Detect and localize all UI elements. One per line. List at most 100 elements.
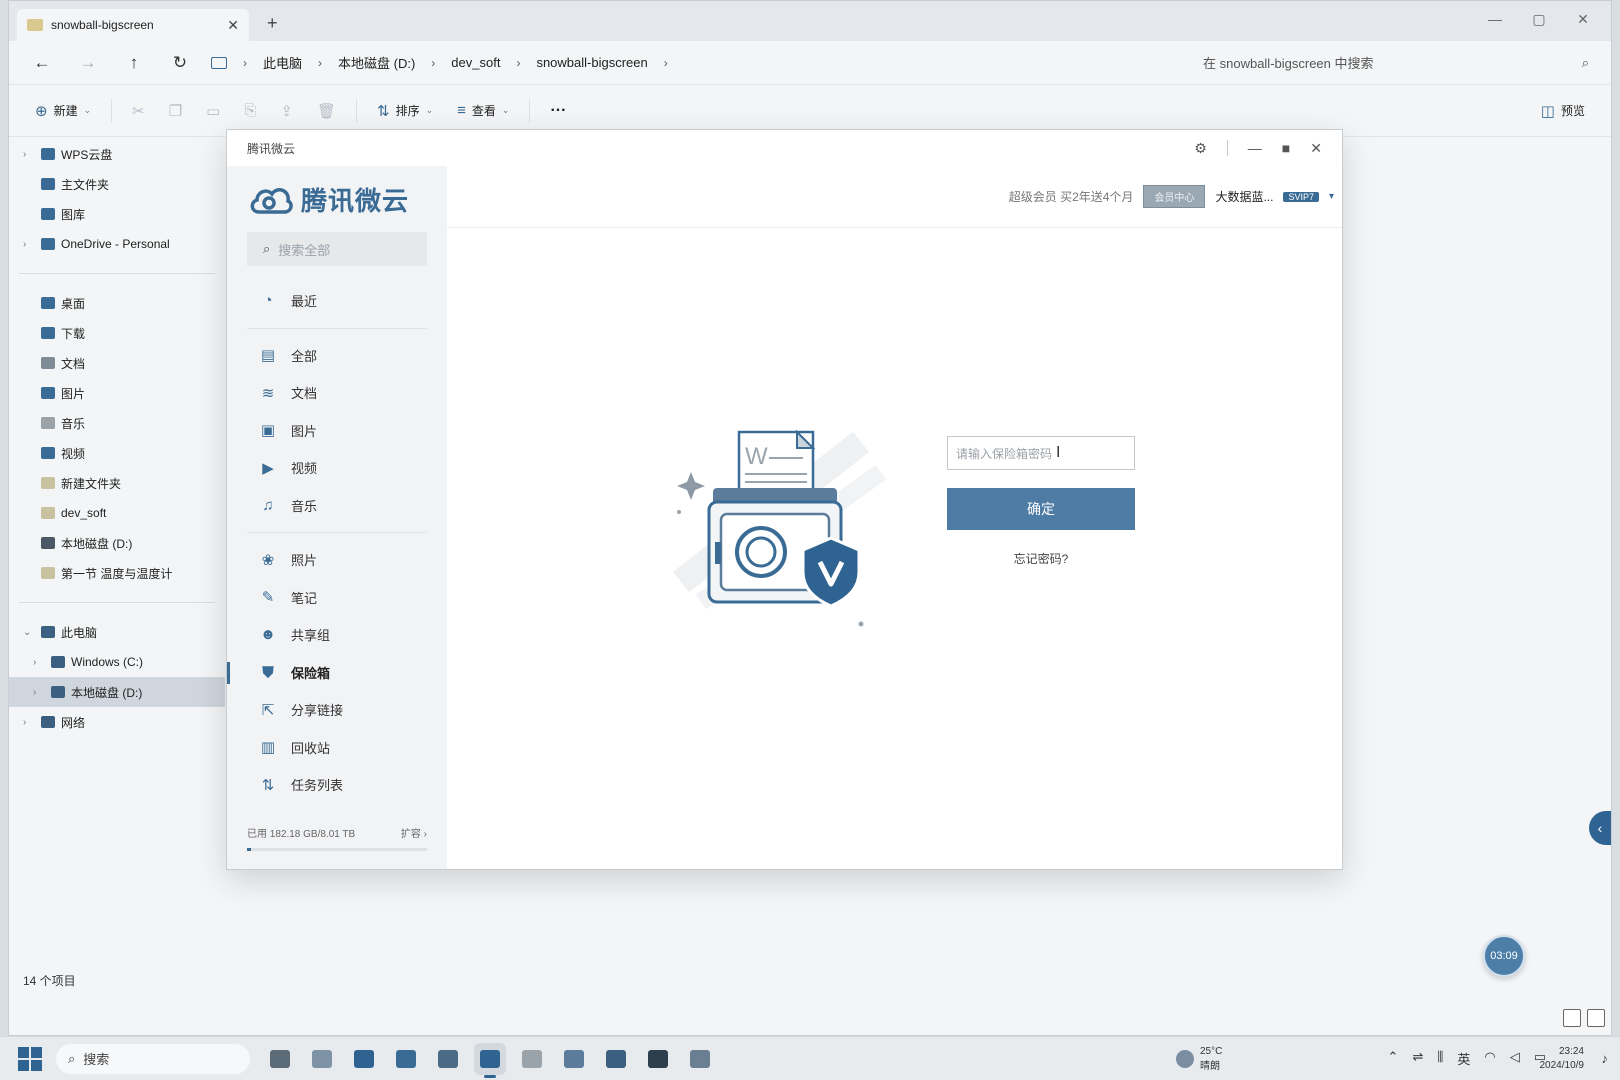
- taskbar-search[interactable]: ⌕ 搜索: [56, 1043, 250, 1074]
- quick-access-item[interactable]: 音乐: [9, 408, 225, 438]
- quick-access-item[interactable]: 本地磁盘 (D:): [9, 528, 225, 558]
- vault-password-input[interactable]: 请输入保险箱密码 I: [947, 436, 1135, 470]
- bell-icon[interactable]: ♪: [1602, 1051, 1609, 1066]
- refresh-icon[interactable]: ↻: [157, 53, 203, 73]
- chart-icon[interactable]: ⫼: [1437, 1049, 1443, 1068]
- close-tab-icon[interactable]: ✕: [227, 17, 239, 34]
- breadcrumb-drive-d[interactable]: 本地磁盘 (D:): [338, 53, 415, 72]
- chevron-right-icon[interactable]: ›: [664, 56, 668, 70]
- rename-button[interactable]: ⎘: [234, 95, 266, 127]
- maximize-icon[interactable]: ▢: [1517, 5, 1561, 33]
- close-icon[interactable]: ✕: [1561, 5, 1605, 33]
- edge-app[interactable]: [348, 1043, 380, 1075]
- tab-snowball-bigscreen[interactable]: snowball-bigscreen ✕: [17, 9, 249, 41]
- caret-down-icon[interactable]: ▾: [1329, 191, 1334, 202]
- settings-sliders-icon[interactable]: ⇌: [1412, 1049, 1423, 1068]
- teams-app[interactable]: [600, 1043, 632, 1075]
- menu-item-4[interactable]: ⛊ 保险箱: [227, 654, 447, 692]
- close-icon[interactable]: ✕: [1310, 140, 1322, 157]
- weather-widget[interactable]: 25°C 晴朗: [1176, 1046, 1222, 1072]
- speaker-icon[interactable]: ◁: [1510, 1049, 1520, 1068]
- menu-item-recent[interactable]: ◔ 最近: [227, 282, 447, 320]
- chevron-right-icon[interactable]: ›: [243, 56, 247, 70]
- pinned-app[interactable]: [390, 1043, 422, 1075]
- quick-access-item[interactable]: 图片: [9, 378, 225, 408]
- search-input[interactable]: 在 snowball-bigscreen 中搜索 ⌕: [1191, 47, 1601, 79]
- menu-item-1[interactable]: ❀ 照片: [227, 541, 447, 579]
- quick-access-item[interactable]: 下载: [9, 318, 225, 348]
- quick-access-item[interactable]: 新建文件夹: [9, 468, 225, 498]
- minimize-icon[interactable]: —: [1248, 140, 1262, 156]
- recording-timer[interactable]: 03:09: [1483, 935, 1525, 977]
- forward-arrow-icon[interactable]: →: [65, 53, 111, 73]
- nav-item[interactable]: › OneDrive - Personal: [9, 229, 225, 259]
- cut-button[interactable]: ✂: [122, 95, 155, 127]
- menu-item-5[interactable]: ♫ 音乐: [227, 487, 447, 525]
- username[interactable]: 大数据蓝...: [1215, 188, 1273, 205]
- nav-item[interactable]: › WPS云盘: [9, 139, 225, 169]
- tree-item[interactable]: › 网络: [9, 707, 225, 737]
- view-button[interactable]: ≡ 查看 ⌄: [447, 95, 519, 127]
- vip-promo-link[interactable]: 超级会员 买2年送4个月: [1009, 188, 1134, 205]
- menu-item-3[interactable]: ▣ 图片: [227, 412, 447, 450]
- breadcrumb-dev-soft[interactable]: dev_soft: [451, 55, 500, 70]
- maximize-icon[interactable]: ■: [1282, 140, 1290, 156]
- browser-app[interactable]: [516, 1043, 548, 1075]
- sort-button[interactable]: ⇅ 排序 ⌄: [367, 95, 443, 127]
- editor-app[interactable]: [558, 1043, 590, 1075]
- chevron-left-icon[interactable]: ‹: [1589, 811, 1611, 845]
- quick-access-item[interactable]: 第一节 温度与温度计: [9, 558, 225, 588]
- new-tab-icon[interactable]: +: [267, 13, 278, 34]
- menu-item-2[interactable]: ≋ 文档: [227, 374, 447, 412]
- tree-item[interactable]: ⌄ 此电脑: [9, 617, 225, 647]
- tiles-view-icon[interactable]: [1587, 1009, 1605, 1027]
- screenshot-app[interactable]: [432, 1043, 464, 1075]
- confirm-button[interactable]: 确定: [947, 488, 1135, 530]
- breadcrumb-snowball[interactable]: snowball-bigscreen: [536, 55, 647, 70]
- minimize-icon[interactable]: —: [1473, 5, 1517, 33]
- chevron-right-icon[interactable]: ›: [516, 56, 520, 70]
- paste-button[interactable]: ▭: [196, 95, 230, 127]
- menu-item-4[interactable]: ▶ 视频: [227, 449, 447, 487]
- menu-item-3[interactable]: ☻ 共享组: [227, 616, 447, 654]
- weiyun-app[interactable]: [474, 1042, 506, 1078]
- chevron-right-icon[interactable]: ›: [431, 56, 435, 70]
- share-button[interactable]: ⇪: [270, 95, 303, 127]
- quick-access-item[interactable]: dev_soft: [9, 498, 225, 528]
- member-center-button[interactable]: 会员中心: [1143, 185, 1206, 208]
- tree-item[interactable]: › 本地磁盘 (D:): [9, 677, 225, 707]
- menu-item-2[interactable]: ✎ 笔记: [227, 579, 447, 617]
- up-arrow-icon[interactable]: ↑: [111, 53, 157, 73]
- search-icon[interactable]: ⌕: [1582, 55, 1589, 71]
- taskbar-clock[interactable]: 23:24 2024/10/9: [1540, 1045, 1585, 1073]
- nav-item[interactable]: 图库: [9, 199, 225, 229]
- preview-button[interactable]: ◫ 预览: [1531, 95, 1595, 127]
- windows-start-icon[interactable]: [18, 1046, 42, 1071]
- more-options-button[interactable]: ···: [540, 95, 576, 127]
- forgot-password-link[interactable]: 忘记密码?: [947, 550, 1135, 567]
- wifi-icon[interactable]: ◠: [1484, 1049, 1495, 1068]
- chatgpt-app[interactable]: [684, 1043, 716, 1075]
- quick-access-item[interactable]: 视频: [9, 438, 225, 468]
- new-button[interactable]: ⊕ 新建 ⌄: [25, 95, 101, 127]
- chevron-up-icon[interactable]: ⌃: [1388, 1049, 1399, 1068]
- quick-access-item[interactable]: 桌面: [9, 288, 225, 318]
- weiyun-search-input[interactable]: ⌕ 搜索全部: [247, 232, 427, 266]
- input-language[interactable]: 英: [1457, 1049, 1470, 1068]
- gear-icon[interactable]: ⚙: [1194, 140, 1207, 157]
- terminal-app[interactable]: [642, 1043, 674, 1075]
- nav-item[interactable]: 主文件夹: [9, 169, 225, 199]
- tree-item[interactable]: › Windows (C:): [9, 647, 225, 677]
- chevron-right-icon[interactable]: ›: [318, 56, 322, 70]
- menu-item-1[interactable]: ▤ 全部: [227, 337, 447, 375]
- menu-item-7[interactable]: ⇅ 任务列表: [227, 766, 447, 804]
- file-manager-app[interactable]: [264, 1043, 296, 1075]
- quick-access-item[interactable]: 文档: [9, 348, 225, 378]
- breadcrumb[interactable]: › 此电脑 › 本地磁盘 (D:) › dev_soft › snowball-…: [211, 53, 1191, 72]
- expand-storage-link[interactable]: 扩容 ›: [401, 825, 427, 840]
- menu-item-5[interactable]: ⇱ 分享链接: [227, 691, 447, 729]
- delete-button[interactable]: 🗑: [307, 95, 346, 127]
- back-arrow-icon[interactable]: ←: [19, 53, 65, 73]
- folder-app[interactable]: [306, 1043, 338, 1075]
- copy-button[interactable]: ❐: [159, 95, 192, 127]
